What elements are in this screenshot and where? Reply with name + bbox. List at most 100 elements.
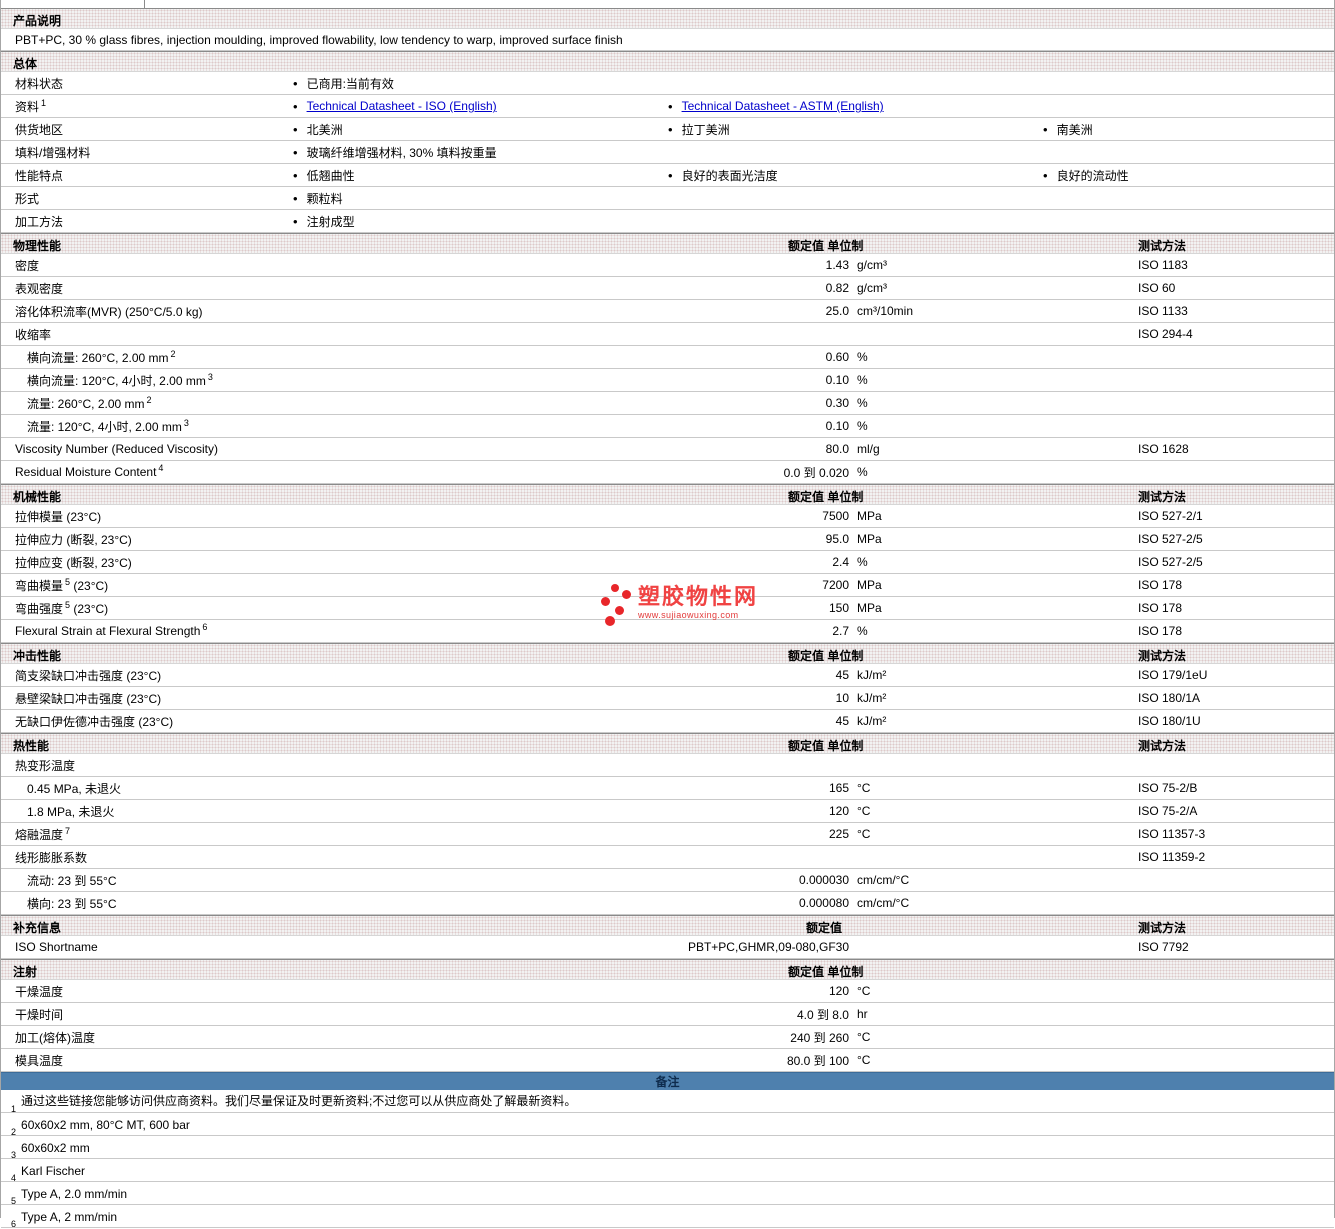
remarks-header-bar: 备注 [1, 1072, 1334, 1090]
property-unit: cm³/10min [857, 304, 914, 318]
bullet-item: 拉丁美洲 [661, 121, 1036, 138]
table-row: 加工方法 注射成型 [1, 210, 1334, 233]
property-value: 0.30 [825, 396, 849, 410]
footnote-text: 60x60x2 mm, 80°C MT, 600 bar [21, 1118, 190, 1132]
section-title: 补充信息 [13, 921, 62, 935]
section-title: 产品说明 [13, 14, 62, 28]
property-unit: °C [857, 1030, 871, 1044]
property-unit: hr [857, 1007, 868, 1021]
section-title: 机械性能 [13, 490, 62, 504]
footnote-text: 60x60x2 mm [21, 1141, 90, 1155]
property-label: 材料状态 [15, 76, 64, 91]
property-label: 拉伸模量 (23°C) [15, 509, 102, 524]
property-label: 资料 [15, 99, 40, 114]
watermark-dots-icon [597, 584, 635, 630]
footnote-row: 5 Type A, 2.0 mm/min [1, 1182, 1334, 1206]
property-label: 0.45 MPa, 未退火 [27, 781, 122, 796]
table-row: 形式 颗粒料 [1, 187, 1334, 210]
bullet-item: 南美洲 [1036, 121, 1334, 138]
column-header-unit: 单位制 [827, 490, 864, 504]
property-unit: % [857, 373, 868, 387]
property-label: ISO Shortname [15, 940, 98, 954]
product-description-text: PBT+PC, 30 % glass fibres, injection mou… [15, 32, 623, 47]
section-header-general: 总体 [1, 51, 1334, 72]
bullet-item: 北美洲 [286, 121, 661, 138]
section-title: 冲击性能 [13, 649, 62, 663]
property-test-method: ISO 7792 [1138, 940, 1189, 954]
property-label: 弯曲强度 [15, 601, 64, 616]
bullet-item: Technical Datasheet - ISO (English) [286, 99, 661, 113]
table-row: 加工(熔体)温度 240 到 260 °C [1, 1026, 1334, 1049]
bullet-item: 低翘曲性 [286, 167, 661, 184]
property-value: 4.0 到 8.0 [796, 1007, 849, 1022]
property-unit: cm/cm/°C [857, 873, 910, 887]
property-label: 供货地区 [15, 122, 64, 137]
property-test-method: ISO 75-2/B [1138, 781, 1198, 795]
property-test-method: ISO 75-2/A [1138, 804, 1198, 818]
section-header-product-description: 产品说明 [1, 8, 1334, 29]
property-unit: °C [857, 1053, 871, 1067]
column-header-method: 测试方法 [1138, 490, 1187, 504]
property-label: 干燥温度 [15, 984, 64, 999]
property-label: 横向流量: 120°C, 4小时, 2.00 mm [27, 373, 206, 388]
datasheet-link-astm[interactable]: Technical Datasheet - ASTM (English) [682, 99, 884, 113]
table-row: 拉伸应变 (断裂, 23°C) 2.4 % ISO 527-2/5 [1, 551, 1334, 574]
property-unit: MPa [857, 578, 882, 592]
property-label: 加工(熔体)温度 [15, 1030, 95, 1045]
property-unit: % [857, 624, 868, 638]
property-value: 0.10 [825, 419, 849, 433]
bullet-item: 注射成型 [286, 213, 661, 230]
property-unit: % [857, 465, 868, 479]
bullet-item: 良好的表面光洁度 [661, 167, 1036, 184]
property-test-method: ISO 294-4 [1138, 327, 1193, 341]
section-header-impact: 冲击性能 额定值 单位制 测试方法 [1, 643, 1334, 664]
footnote-row: 1 通过这些链接您能够访问供应商资料。我们尽量保证及时更新资料;不过您可以从供应商… [1, 1090, 1334, 1114]
table-row: 1.8 MPa, 未退火 120 °C ISO 75-2/A [1, 800, 1334, 823]
watermark-logo: 塑胶物性网 www.sujiaowuxing.com [597, 584, 758, 630]
section-header-physical: 物理性能 额定值 单位制 测试方法 [1, 233, 1334, 254]
border-tick [144, 0, 145, 8]
property-label: 拉伸应变 (断裂, 23°C) [15, 555, 132, 570]
property-value: 95.0 [825, 532, 849, 546]
column-header-method: 测试方法 [1138, 239, 1187, 253]
column-header-unit: 单位制 [827, 739, 864, 753]
property-value: 7500 [822, 509, 849, 523]
property-unit: MPa [857, 509, 882, 523]
datasheet-link-iso[interactable]: Technical Datasheet - ISO (English) [307, 99, 497, 113]
property-label: 熔融温度 [15, 827, 64, 842]
footnote-row: 4 Karl Fischer [1, 1159, 1334, 1183]
property-label: 1.8 MPa, 未退火 [27, 804, 115, 819]
property-value: 2.7 [832, 624, 849, 638]
property-test-method: ISO 180/1A [1138, 691, 1201, 705]
table-row: 线形膨胀系数 ISO 11359-2 [1, 846, 1334, 869]
table-row: 横向: 23 到 55°C 0.000080 cm/cm/°C [1, 892, 1334, 915]
footnote-row: 2 60x60x2 mm, 80°C MT, 600 bar [1, 1113, 1334, 1137]
footnote-row: 6 Type A, 2 mm/min [1, 1205, 1334, 1229]
property-value: 7200 [822, 578, 849, 592]
property-label: 弯曲模量 [15, 578, 64, 593]
table-row: 填料/增强材料 玻璃纤维增强材料, 30% 填料按重量 [1, 141, 1334, 164]
section-header-injection: 注射 额定值 单位制 [1, 959, 1334, 980]
table-row: 横向流量: 120°C, 4小时, 2.00 mm 3 0.10 % [1, 369, 1334, 392]
table-row: 干燥时间 4.0 到 8.0 hr [1, 1003, 1334, 1026]
table-row: 流量: 260°C, 2.00 mm 2 0.30 % [1, 392, 1334, 415]
section-title: 物理性能 [13, 239, 62, 253]
table-row: 横向流量: 260°C, 2.00 mm 2 0.60 % [1, 346, 1334, 369]
column-header-unit: 单位制 [827, 965, 864, 979]
property-test-method: ISO 178 [1138, 578, 1183, 592]
watermark-site-name: 塑胶物性网 [638, 584, 759, 609]
bullet-item: 已商用:当前有效 [286, 75, 661, 92]
property-value: 150 [828, 601, 849, 615]
property-value: PBT+PC,GHMR,09-080,GF30 [687, 940, 849, 954]
footnote-row: 3 60x60x2 mm [1, 1136, 1334, 1160]
column-header-value: 额定值 [806, 921, 843, 935]
section-title: 热性能 [13, 739, 50, 753]
property-value: 0.10 [825, 373, 849, 387]
property-label: 干燥时间 [15, 1007, 64, 1022]
table-row: 熔融温度 7 225 °C ISO 11357-3 [1, 823, 1334, 846]
table-row: 流量: 120°C, 4小时, 2.00 mm 3 0.10 % [1, 415, 1334, 438]
table-row: 模具温度 80.0 到 100 °C [1, 1049, 1334, 1072]
section-header-supplemental: 补充信息 额定值 测试方法 [1, 915, 1334, 936]
property-label: 热变形温度 [15, 758, 76, 773]
property-label: 无缺口伊佐德冲击强度 (23°C) [15, 714, 174, 729]
